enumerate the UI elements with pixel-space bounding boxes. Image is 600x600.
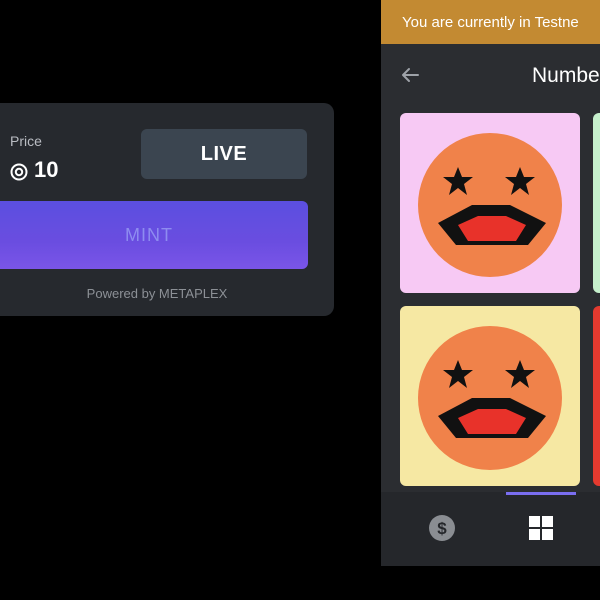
star-eyes-face-icon: [418, 133, 562, 277]
mint-card: Price 10 LIVE MINT Powered by METAPLEX: [0, 103, 334, 316]
svg-text:$: $: [437, 519, 447, 538]
mobile-app-panel: You are currently in Testne Numbe $: [381, 0, 600, 566]
app-header: Numbe: [381, 44, 600, 108]
dollar-coin-icon[interactable]: $: [428, 514, 456, 542]
sol-coin-icon: [10, 161, 28, 181]
grid-icon[interactable]: [527, 514, 555, 542]
nft-tile[interactable]: [593, 306, 600, 486]
price-value-row: 10: [10, 157, 58, 183]
testnet-banner: You are currently in Testne: [381, 0, 600, 44]
screen-title: Numbe: [532, 64, 600, 87]
nft-tile[interactable]: [593, 113, 600, 293]
live-button[interactable]: LIVE: [141, 129, 307, 179]
star-eyes-face-icon: [418, 326, 562, 470]
nft-tile[interactable]: [400, 306, 580, 486]
powered-by-label: Powered by METAPLEX: [86, 286, 228, 301]
active-tab-indicator: [506, 492, 576, 495]
bottom-navigation: $: [381, 492, 600, 566]
price-value: 10: [34, 157, 59, 182]
back-arrow-icon[interactable]: [399, 64, 421, 86]
mint-button[interactable]: MINT: [0, 201, 308, 269]
price-label: Price: [10, 133, 42, 149]
nft-tile[interactable]: [400, 113, 580, 293]
